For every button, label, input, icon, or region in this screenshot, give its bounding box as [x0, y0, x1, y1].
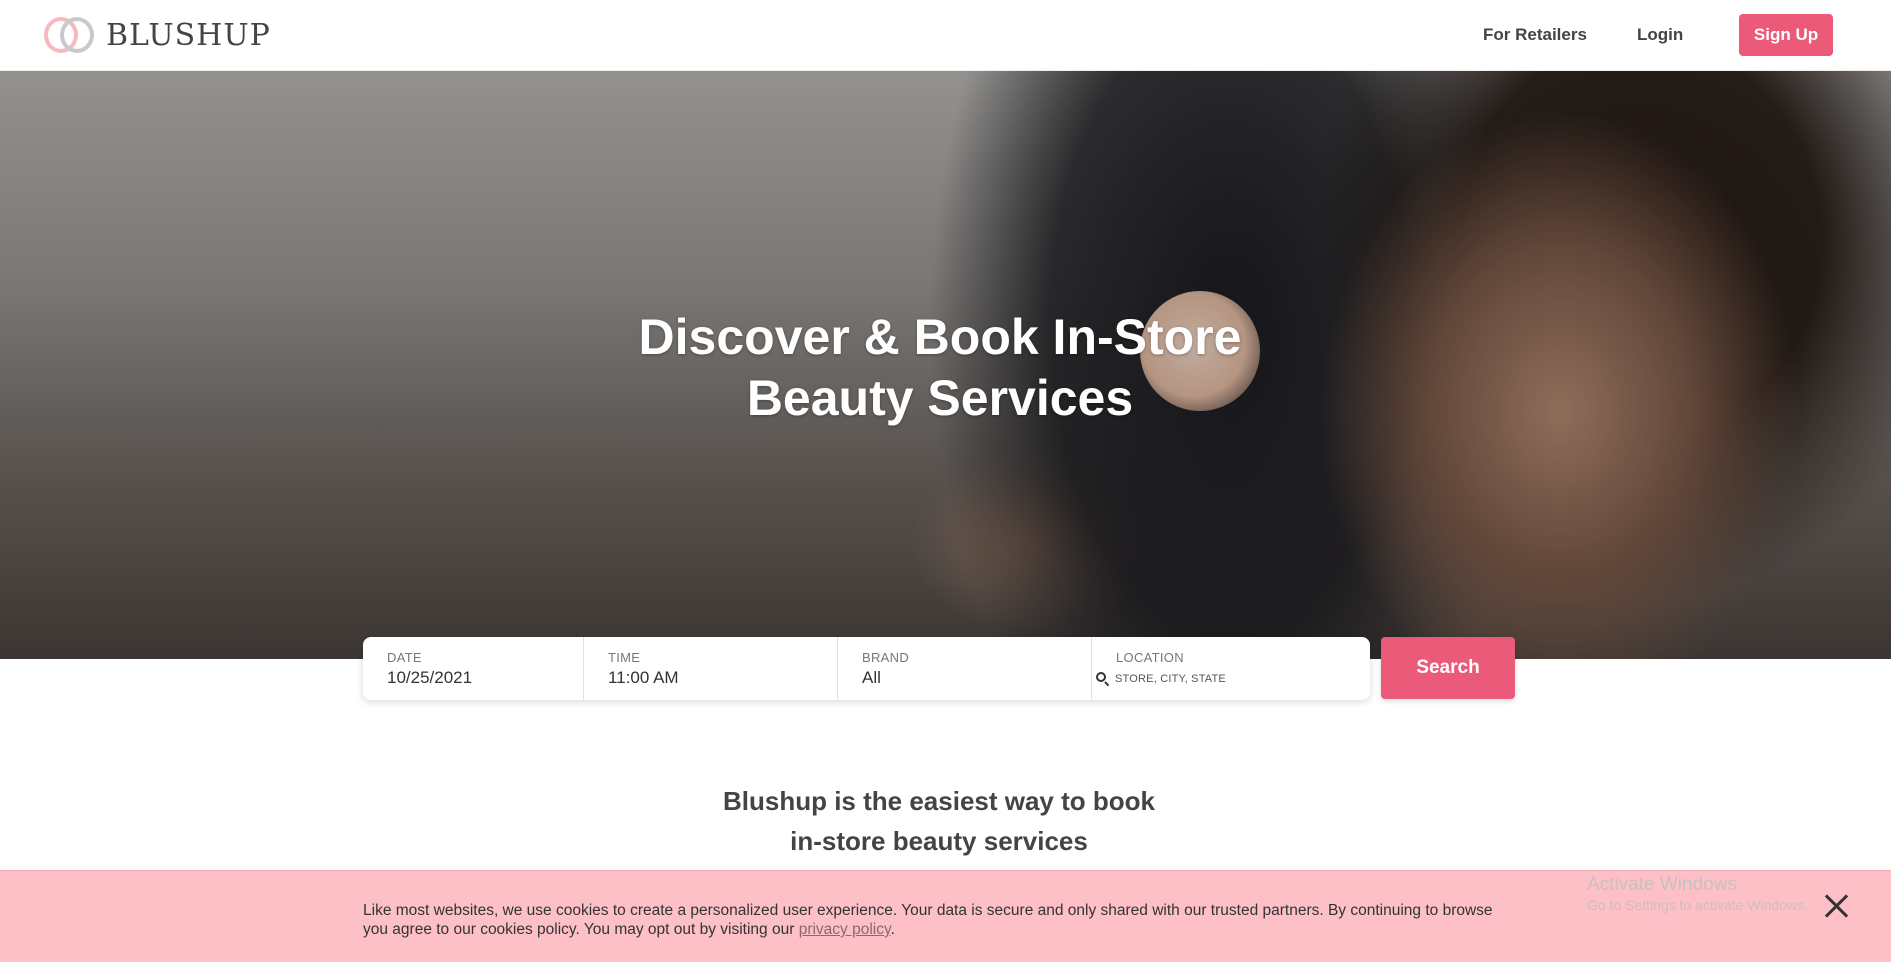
hero-title: Discover & Book In-Store Beauty Services	[0, 307, 1880, 429]
privacy-policy-link[interactable]: privacy policy	[799, 921, 891, 938]
watermark-subtitle: Go to Settings to activate Windows.	[1587, 897, 1808, 913]
cookie-suffix: .	[890, 921, 895, 938]
date-value[interactable]: 10/25/2021	[387, 668, 583, 688]
brand-value[interactable]: All	[862, 668, 1091, 688]
site-header: BLUSHUP For Retailers Login Sign Up	[0, 0, 1891, 71]
watermark-title: Activate Windows	[1587, 874, 1737, 895]
logo[interactable]: BLUSHUP	[44, 16, 271, 54]
signup-button[interactable]: Sign Up	[1739, 14, 1833, 56]
nav-for-retailers[interactable]: For Retailers	[1483, 25, 1587, 45]
hero-title-line1: Discover & Book In-Store	[638, 309, 1242, 365]
logo-rings-icon	[44, 17, 96, 53]
activate-windows-watermark: Activate Windows Go to Settings to activ…	[1587, 874, 1808, 913]
date-field[interactable]: DATE 10/25/2021	[363, 637, 584, 700]
date-label: DATE	[387, 650, 422, 665]
logo-text: BLUSHUP	[106, 17, 271, 53]
cookie-message: Like most websites, we use cookies to cr…	[363, 902, 1493, 938]
location-input[interactable]: STORE, CITY, STATE	[1115, 673, 1226, 685]
location-label: LOCATION	[1116, 650, 1184, 665]
time-label: TIME	[608, 650, 641, 665]
brand-label: BRAND	[862, 650, 910, 665]
hero-banner: Discover & Book In-Store Beauty Services	[0, 71, 1891, 659]
time-field[interactable]: TIME 11:00 AM	[584, 637, 838, 700]
search-icon	[1096, 672, 1110, 687]
close-icon[interactable]	[1823, 893, 1849, 919]
search-button[interactable]: Search	[1381, 637, 1515, 699]
tagline: Blushup is the easiest way to book in-st…	[0, 781, 1878, 861]
search-bar: DATE 10/25/2021 TIME 11:00 AM BRAND All …	[363, 637, 1370, 700]
nav-login[interactable]: Login	[1637, 25, 1683, 45]
location-field[interactable]: LOCATION STORE, CITY, STATE	[1092, 637, 1370, 700]
brand-field[interactable]: BRAND All	[838, 637, 1092, 700]
tagline-line1: Blushup is the easiest way to book	[723, 786, 1155, 816]
tagline-line2: in-store beauty services	[790, 826, 1088, 856]
time-value[interactable]: 11:00 AM	[608, 668, 837, 688]
cookie-text: Like most websites, we use cookies to cr…	[363, 901, 1503, 939]
hero-title-line2: Beauty Services	[746, 370, 1134, 426]
